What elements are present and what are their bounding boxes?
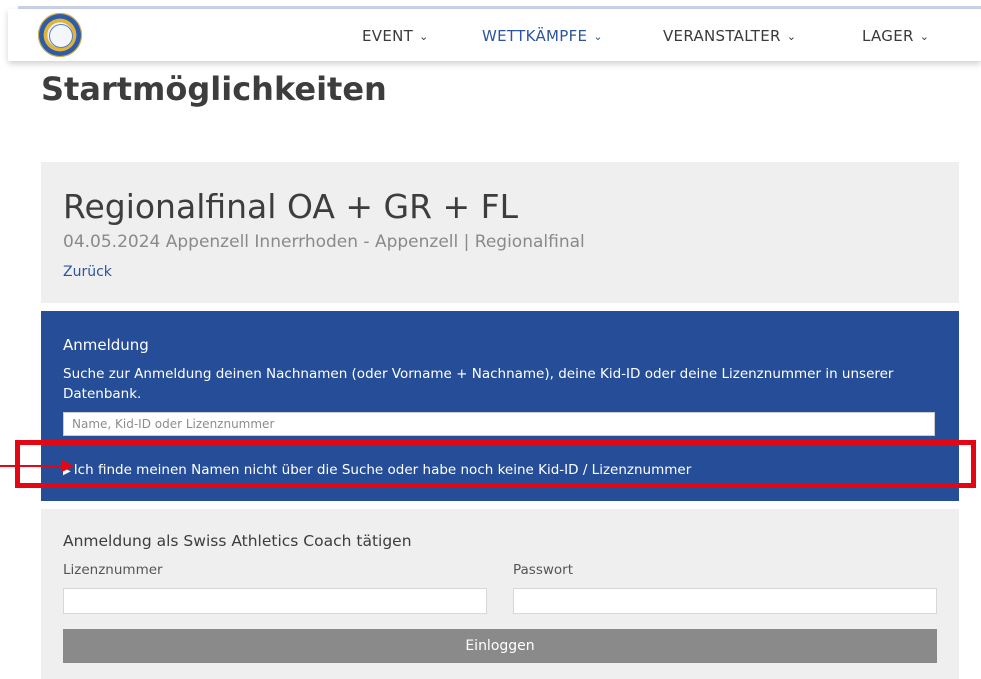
- page-title: Startmöglichkeiten: [41, 70, 387, 108]
- event-subtitle: 04.05.2024 Appenzell Innerrhoden - Appen…: [63, 232, 585, 252]
- license-label: Lizenznummer: [63, 562, 163, 578]
- chevron-down-icon: ⌄: [419, 30, 429, 43]
- back-link[interactable]: Zurück: [63, 264, 112, 280]
- name-not-found-link[interactable]: ▶ Ich finde meinen Namen nicht über die S…: [63, 462, 691, 478]
- logo-center: [49, 24, 73, 48]
- club-logo-icon[interactable]: [38, 13, 82, 57]
- nav-item-lager[interactable]: LAGER ⌄: [862, 27, 929, 45]
- arrow-right-icon: [62, 460, 74, 472]
- chevron-down-icon: ⌄: [593, 30, 603, 43]
- password-label: Passwort: [513, 562, 574, 578]
- coach-login-title: Anmeldung als Swiss Athletics Coach täti…: [63, 532, 412, 550]
- search-input[interactable]: [63, 412, 935, 436]
- annotation-arrow-line: [0, 465, 62, 467]
- name-not-found-label: Ich finde meinen Namen nicht über die Su…: [73, 462, 692, 478]
- event-info-card: Regionalfinal OA + GR + FL 04.05.2024 Ap…: [41, 162, 959, 303]
- coach-login-card: Anmeldung als Swiss Athletics Coach täti…: [41, 509, 959, 679]
- nav-item-event[interactable]: EVENT ⌄: [362, 27, 429, 45]
- chevron-down-icon: ⌄: [919, 30, 930, 43]
- registration-description: Suche zur Anmeldung deinen Nachnamen (od…: [63, 366, 894, 402]
- login-button[interactable]: Einloggen: [63, 629, 937, 663]
- nav-item-veranstalter[interactable]: VERANSTALTER ⌄: [663, 27, 796, 45]
- password-field[interactable]: [513, 588, 937, 614]
- registration-title: Anmeldung: [63, 336, 149, 354]
- nav-item-wettkaempfe[interactable]: WETTKÄMPFE ⌄: [482, 27, 603, 45]
- nav-item-label: EVENT: [362, 27, 414, 45]
- chevron-down-icon: ⌄: [786, 30, 797, 43]
- nav-item-label: WETTKÄMPFE: [482, 27, 588, 45]
- top-navigation: EVENT ⌄ WETTKÄMPFE ⌄ VERANSTALTER ⌄ LAGER ⌄: [8, 9, 981, 61]
- registration-panel: Anmeldung Suche zur Anmeldung deinen Nac…: [41, 311, 959, 501]
- nav-item-label: VERANSTALTER: [663, 27, 781, 45]
- event-title: Regionalfinal OA + GR + FL: [63, 187, 519, 226]
- nav-item-label: LAGER: [862, 27, 914, 45]
- license-number-field[interactable]: [63, 588, 487, 614]
